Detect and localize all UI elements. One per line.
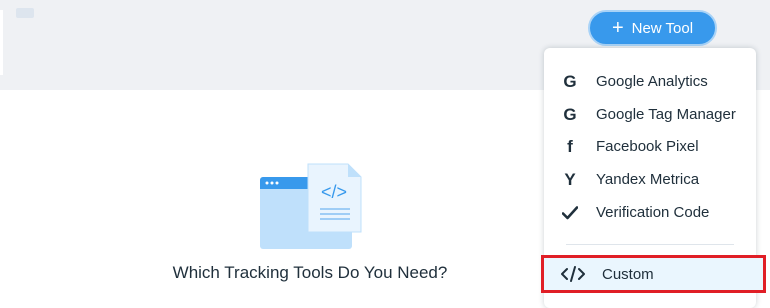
- menu-item-google-analytics[interactable]: G Google Analytics: [544, 65, 756, 98]
- facebook-icon: f: [567, 136, 573, 156]
- menu-item-verification-code[interactable]: Verification Code: [544, 196, 756, 229]
- google-icon: G: [563, 104, 577, 124]
- side-panel-edge: [0, 10, 3, 75]
- menu-item-label: Verification Code: [596, 204, 710, 221]
- checkmark-icon: [544, 205, 596, 220]
- menu-item-custom[interactable]: Custom: [541, 255, 766, 293]
- code-document-icon: </>: [260, 163, 362, 249]
- new-tool-button[interactable]: + New Tool: [588, 10, 717, 46]
- panel-icon: [16, 8, 34, 18]
- menu-item-label: Google Analytics: [596, 73, 708, 90]
- new-tool-label: New Tool: [631, 19, 694, 37]
- code-icon: [544, 266, 602, 282]
- plus-icon: +: [611, 17, 624, 39]
- menu-item-label: Google Tag Manager: [596, 106, 736, 123]
- menu-item-facebook-pixel[interactable]: f Facebook Pixel: [544, 130, 756, 163]
- yandex-icon: Y: [564, 169, 576, 189]
- menu-item-yandex-metrica[interactable]: Y Yandex Metrica: [544, 163, 756, 196]
- menu-divider: [566, 244, 734, 245]
- empty-state-title: Which Tracking Tools Do You Need?: [172, 263, 448, 282]
- menu-item-label: Facebook Pixel: [596, 138, 699, 155]
- svg-text:</>: </>: [321, 182, 347, 202]
- menu-item-label: Custom: [602, 265, 654, 283]
- google-icon: G: [563, 71, 577, 91]
- menu-item-label: Yandex Metrica: [596, 171, 700, 188]
- menu-item-google-tag-manager[interactable]: G Google Tag Manager: [544, 98, 756, 131]
